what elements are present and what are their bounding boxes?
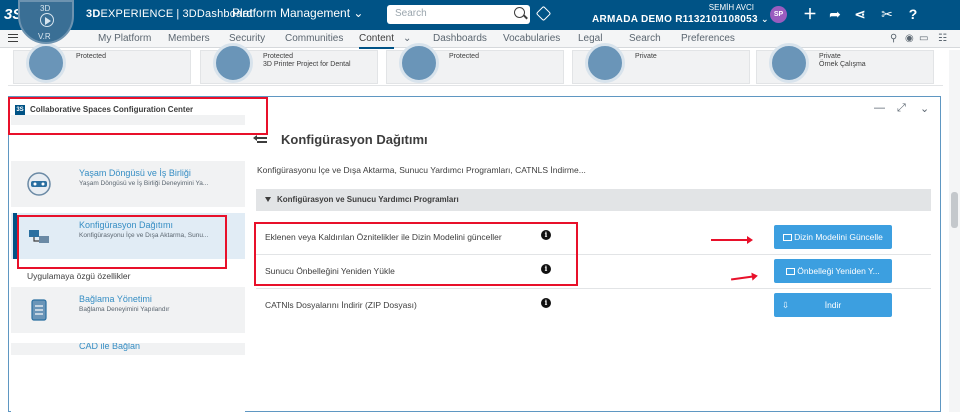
tab-my-platform[interactable]: My Platform	[98, 33, 151, 44]
menu-icon[interactable]	[8, 34, 18, 42]
update-index-model-button[interactable]: Dizin Modelini Güncelle	[774, 225, 892, 249]
tab-dashboards[interactable]: Dashboards	[433, 33, 487, 44]
compass-label: V.R	[38, 32, 51, 41]
list-item-subtitle: Yaşam Döngüsü ve İş Birliği Deneyimini Y…	[79, 180, 209, 187]
tenant-chevron-icon: ⌄	[760, 14, 769, 24]
tag-icon[interactable]	[535, 5, 552, 22]
search-input[interactable]: Search	[387, 5, 530, 24]
share-icon[interactable]: ➦	[826, 5, 844, 23]
list-item-title: Bağlama Yönetimi	[79, 294, 152, 304]
network-icon[interactable]: ⋖	[851, 5, 869, 23]
chevron-down-icon[interactable]: ⌄	[920, 102, 929, 115]
nav-bar: My Platform Members Security Communities…	[0, 30, 960, 49]
space-card[interactable]: Protected 3D Printer Project for Dental	[200, 43, 378, 84]
platform-selector[interactable]: Platform Management ⌄	[232, 6, 363, 20]
tab-search[interactable]: Search	[629, 33, 661, 44]
spaces-strip: Protected Protected 3D Printer Project f…	[8, 43, 943, 86]
minimize-icon[interactable]: —	[874, 102, 885, 114]
list-item-lifecycle[interactable]: Yaşam Döngüsü ve İş Birliği Yaşam Döngüs…	[11, 161, 245, 207]
space-icon	[585, 43, 625, 83]
search-icon[interactable]	[514, 7, 525, 18]
section-header[interactable]: Konfigürasyon ve Sunucu Yardımcı Program…	[256, 189, 931, 211]
list-item-subtitle: Bağlama Deneyimini Yapılandır	[79, 306, 170, 313]
download-icon: ⇩	[782, 300, 790, 310]
list-item-title: CAD ile Bağlan	[79, 343, 141, 351]
space-card[interactable]: Private Örnek Çalışma	[756, 43, 934, 84]
page-title: Konfigürasyon Dağıtımı	[281, 132, 428, 147]
space-name: 3D Printer Project for Dental	[263, 61, 351, 68]
space-visibility: Protected	[76, 53, 106, 60]
tab-members[interactable]: Members	[168, 33, 210, 44]
highlight-box-title	[8, 97, 268, 135]
notification-icon[interactable]: ◉	[905, 33, 914, 44]
tab-preferences[interactable]: Preferences	[681, 33, 735, 44]
utility-label: CATNls Dosyalarını İndirir (ZIP Dosyası)	[265, 300, 417, 310]
space-name: Örnek Çalışma	[819, 61, 866, 68]
page-scrollbar[interactable]	[949, 50, 960, 412]
tab-content-chevron-icon[interactable]: ⌄	[403, 33, 411, 44]
app-title: 3DEXPERIENCE | 3DDashboard	[86, 8, 253, 20]
space-card[interactable]: Protected	[13, 43, 191, 84]
chevron-down-icon: ⌄	[353, 6, 364, 20]
maximize-icon[interactable]: ⤢	[897, 102, 906, 115]
space-card[interactable]: Protected	[386, 43, 564, 84]
reload-cache-button[interactable]: Önbelleği Yeniden Y...	[774, 259, 892, 283]
top-bar: 3S 3DEXPERIENCE | 3DDashboard Platform Man…	[0, 0, 960, 30]
annotation-arrow	[711, 235, 753, 244]
tenant-selector[interactable]: ARMADA DEMO R1132101108053 ⌄	[592, 14, 769, 25]
highlight-box-rows	[254, 222, 578, 286]
tools-icon[interactable]: ✂	[878, 5, 896, 23]
help-icon[interactable]: ?	[904, 5, 922, 23]
space-card[interactable]: Private	[572, 43, 750, 84]
add-icon[interactable]: ＋	[801, 5, 819, 23]
space-icon	[769, 43, 809, 83]
binding-icon	[31, 299, 47, 321]
info-icon[interactable]: i	[541, 298, 551, 308]
space-visibility: Private	[635, 53, 657, 60]
update-icon	[783, 234, 793, 241]
compass-quadrant-label: 3D	[40, 4, 51, 13]
space-visibility: Protected	[263, 53, 293, 60]
section-label: Uygulamaya özgü özellikler	[27, 271, 131, 281]
scrollbar-thumb[interactable]	[951, 192, 958, 228]
tab-content[interactable]: Content	[359, 33, 395, 49]
lifecycle-icon	[27, 172, 51, 196]
section-title: Konfigürasyon ve Sunucu Yardımcı Program…	[277, 195, 459, 204]
list-item-title: Yaşam Döngüsü ve İş Birliği	[79, 168, 191, 178]
space-icon	[26, 43, 66, 83]
avatar[interactable]: SP	[770, 6, 787, 23]
tab-vocabularies[interactable]: Vocabularies	[503, 33, 560, 44]
chat-icon[interactable]: ☷	[938, 33, 947, 44]
space-icon	[213, 43, 253, 83]
left-pane: Yaşam Döngüsü ve İş Birliği Yaşam Döngüs…	[11, 115, 245, 413]
message-icon[interactable]: ▭	[919, 33, 928, 44]
reload-icon	[786, 268, 796, 275]
space-visibility: Private	[819, 53, 841, 60]
expand-triangle-icon	[265, 197, 271, 202]
people-search-icon[interactable]: ⚲	[890, 33, 897, 44]
highlight-box-left-item	[17, 215, 227, 269]
list-item-binding[interactable]: Bağlama Yönetimi Bağlama Deneyimini Yapı…	[11, 287, 245, 333]
space-visibility: Protected	[449, 53, 479, 60]
space-icon	[399, 43, 439, 83]
list-item-cad[interactable]: CAD ile Bağlan	[11, 343, 245, 355]
page-description: Konfigürasyonu İçe ve Dışa Aktarma, Sunu…	[257, 165, 586, 175]
tab-legal[interactable]: Legal	[578, 33, 602, 44]
utility-row: CATNls Dosyalarını İndirir (ZIP Dosyası)…	[256, 289, 931, 323]
play-icon[interactable]	[40, 13, 54, 27]
tab-communities[interactable]: Communities	[285, 33, 343, 44]
download-button[interactable]: ⇩ İndir	[774, 293, 892, 317]
user-name: SEMİH AVCI	[708, 3, 754, 12]
